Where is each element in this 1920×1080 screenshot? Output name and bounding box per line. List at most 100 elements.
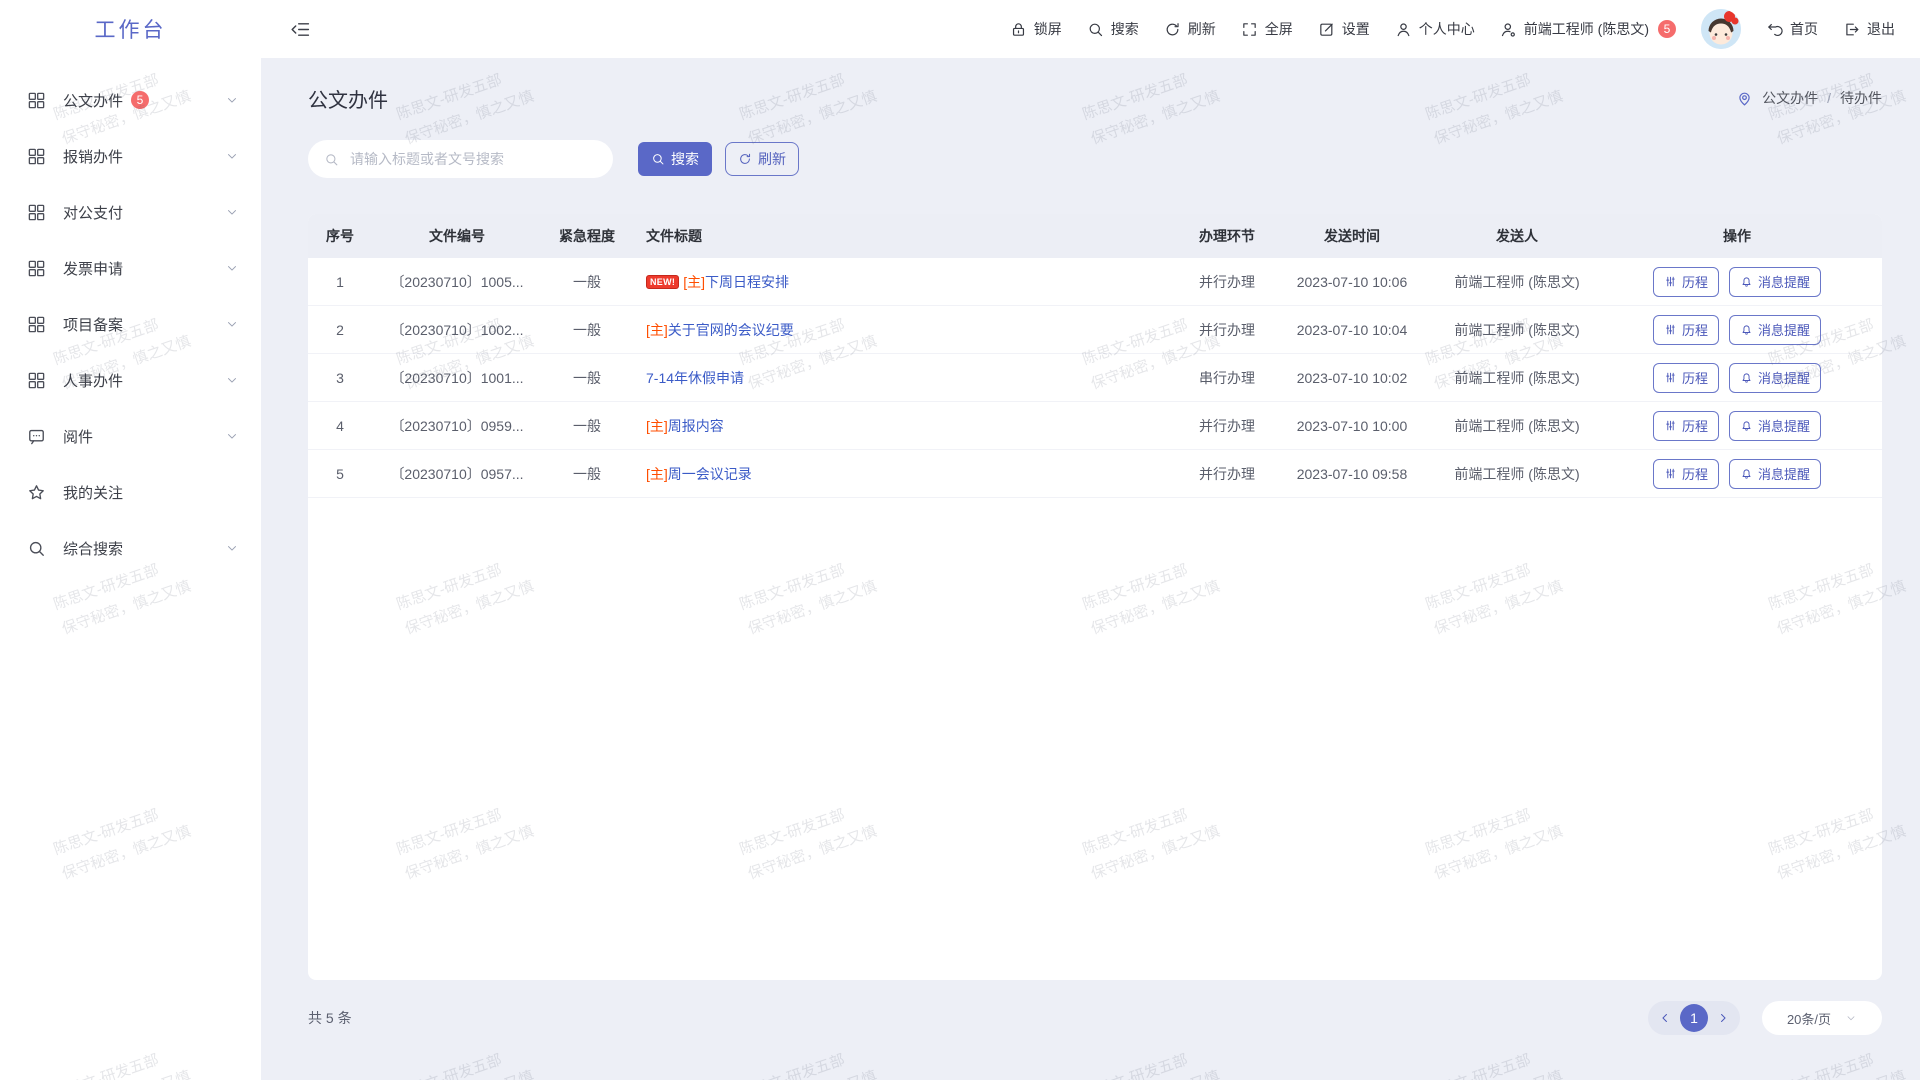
row-action-notify-button[interactable]: 消息提醒 [1729, 459, 1821, 489]
bell-icon [1740, 371, 1753, 384]
sidebar-item-xiangmu-beian[interactable]: 项目备案 [0, 296, 261, 352]
search-box [308, 140, 613, 178]
cell-urgency: 一般 [542, 272, 632, 292]
row-action-notify-button[interactable]: 消息提醒 [1729, 267, 1821, 297]
bell-icon [1740, 275, 1753, 288]
sidebar: 工作台 公文办件5报销办件对公支付发票申请项目备案人事办件阅件我的关注综合搜索 [0, 0, 261, 1080]
sidebar-item-label: 对公支付 [63, 202, 123, 223]
row-action-history-button[interactable]: 历程 [1653, 315, 1719, 345]
search-icon [1087, 21, 1104, 38]
topbar-search[interactable]: 搜索 [1087, 19, 1139, 39]
cell-doc-no: 〔20230710〕1002... [372, 320, 542, 340]
breadcrumb-item-current[interactable]: 待办件 [1840, 88, 1882, 108]
topbar-fullscreen[interactable]: 全屏 [1241, 19, 1293, 39]
row-action-notify-button[interactable]: 消息提醒 [1729, 363, 1821, 393]
fullscreen-icon [1241, 21, 1258, 38]
topbar-home-label: 首页 [1790, 19, 1818, 39]
refresh-button-label: 刷新 [758, 149, 786, 169]
topbar-home[interactable]: 首页 [1766, 19, 1818, 39]
topbar-current-user[interactable]: 前端工程师 (陈思文)5 [1500, 19, 1676, 39]
topbar-lock-screen[interactable]: 锁屏 [1010, 19, 1062, 39]
page-size-value: 20条/页 [1787, 1009, 1831, 1028]
chevron-down-icon [225, 149, 239, 163]
search-icon [27, 539, 46, 558]
topbar-fullscreen-label: 全屏 [1265, 19, 1293, 39]
row-action-history-button[interactable]: 历程 [1653, 363, 1719, 393]
topbar-refresh[interactable]: 刷新 [1164, 19, 1216, 39]
refresh-button[interactable]: 刷新 [725, 142, 799, 176]
table-row: 4〔20230710〕0959...一般[主]周报内容并行办理2023-07-1… [308, 402, 1882, 450]
page-size-select[interactable]: 20条/页 [1762, 1001, 1882, 1035]
star-icon [27, 483, 46, 502]
sidebar-item-gongwen-banjian[interactable]: 公文办件5 [0, 72, 261, 128]
star-icon [27, 483, 46, 502]
search-input[interactable] [348, 150, 597, 168]
topbar-current-user-label: 前端工程师 (陈思文) [1524, 19, 1649, 39]
sidebar-item-yuejian[interactable]: 阅件 [0, 408, 261, 464]
cell-actions: 历程消息提醒 [1622, 411, 1852, 441]
undo-icon [1766, 21, 1783, 38]
search-icon [651, 152, 665, 166]
sidebar-item-renshi-banjian[interactable]: 人事办件 [0, 352, 261, 408]
sidebar-item-baoxiao-banjian[interactable]: 报销办件 [0, 128, 261, 184]
sidebar-item-label: 阅件 [63, 426, 93, 447]
sliders-icon [1664, 419, 1677, 432]
prev-page-button[interactable] [1653, 1006, 1677, 1030]
chevron-down-icon [225, 205, 239, 219]
search-icon [324, 152, 339, 167]
chevron-down-icon [225, 373, 239, 387]
row-action-label: 消息提醒 [1758, 320, 1810, 339]
chevron-down-icon [225, 261, 239, 275]
column-header-6: 发送人 [1412, 226, 1622, 246]
breadcrumb-separator: / [1827, 90, 1831, 106]
topbar-profile[interactable]: 个人中心 [1395, 19, 1475, 39]
row-action-history-button[interactable]: 历程 [1653, 459, 1719, 489]
refresh-icon [738, 152, 752, 166]
sidebar-item-fapiao-shenqing[interactable]: 发票申请 [0, 240, 261, 296]
logout-icon [1843, 21, 1860, 38]
grid-icon [27, 91, 46, 110]
document-title-link[interactable]: 周一会议记录 [668, 464, 752, 484]
row-action-history-button[interactable]: 历程 [1653, 411, 1719, 441]
next-page-button[interactable] [1711, 1006, 1735, 1030]
sidebar-item-label: 综合搜索 [63, 538, 123, 559]
sidebar-item-label: 人事办件 [63, 370, 123, 391]
sidebar-item-label: 公文办件 [63, 90, 123, 111]
main-content: 公文办件 公文办件 / 待办件 搜索 [261, 58, 1920, 1080]
bell-icon [1740, 419, 1753, 432]
sliders-icon [1664, 371, 1677, 384]
user-avatar[interactable] [1701, 9, 1741, 49]
document-title-link[interactable]: 下周日程安排 [705, 272, 789, 292]
cell-index: 5 [308, 466, 372, 482]
total-count-label: 共 5 条 [308, 1008, 352, 1028]
user-icon [1395, 21, 1412, 38]
topbar-logout[interactable]: 退出 [1843, 19, 1895, 39]
sidebar-item-zonghe-sousuo[interactable]: 综合搜索 [0, 520, 261, 576]
search-button[interactable]: 搜索 [638, 142, 712, 176]
sliders-icon [1664, 467, 1677, 480]
fold-icon [290, 19, 311, 40]
cell-sender: 前端工程师 (陈思文) [1412, 368, 1622, 388]
cell-actions: 历程消息提醒 [1622, 363, 1852, 393]
chevron-right-icon [1716, 1011, 1730, 1025]
sidebar-item-wode-guanzhu[interactable]: 我的关注 [0, 464, 261, 520]
pagination: 1 [1648, 1001, 1740, 1035]
page-number-button[interactable]: 1 [1680, 1004, 1708, 1032]
document-title-link[interactable]: 7-14年休假申请 [646, 368, 744, 388]
search-button-label: 搜索 [671, 149, 699, 169]
sidebar-collapse-button[interactable] [290, 19, 311, 40]
document-title-link[interactable]: 关于官网的会议纪要 [668, 320, 794, 340]
cell-doc-no: 〔20230710〕1001... [372, 368, 542, 388]
row-action-label: 历程 [1682, 464, 1708, 483]
cell-sender: 前端工程师 (陈思文) [1412, 416, 1622, 436]
sidebar-item-duigong-zhifu[interactable]: 对公支付 [0, 184, 261, 240]
row-action-notify-button[interactable]: 消息提醒 [1729, 315, 1821, 345]
topbar-settings[interactable]: 设置 [1318, 19, 1370, 39]
chevron-down-icon [225, 373, 239, 387]
cell-urgency: 一般 [542, 368, 632, 388]
breadcrumb-item-root[interactable]: 公文办件 [1762, 88, 1818, 108]
row-action-notify-button[interactable]: 消息提醒 [1729, 411, 1821, 441]
document-title-link[interactable]: 周报内容 [668, 416, 724, 436]
row-action-history-button[interactable]: 历程 [1653, 267, 1719, 297]
cell-doc-no: 〔20230710〕1005... [372, 272, 542, 292]
